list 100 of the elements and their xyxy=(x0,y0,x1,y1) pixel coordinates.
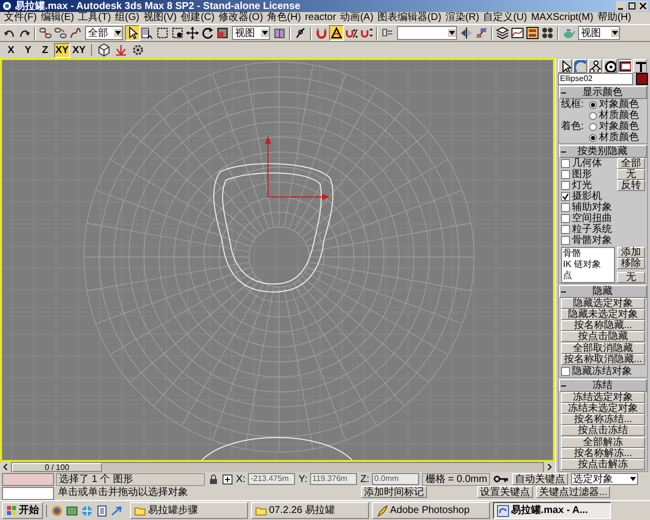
axis-constraint-button[interactable]: Z xyxy=(37,42,53,58)
panel-button[interactable]: 移除 xyxy=(617,258,645,269)
move-arrows-button[interactable] xyxy=(185,25,200,41)
macro-recorder-field[interactable] xyxy=(2,473,54,486)
quick-launch-globe[interactable] xyxy=(51,504,63,516)
taskbar-button[interactable]: Adobe Photoshop xyxy=(372,502,490,519)
dropdown[interactable]: 全部 xyxy=(85,26,123,40)
list-item[interactable]: 点 xyxy=(563,270,614,281)
dropdown[interactable]: 视图 xyxy=(578,26,620,40)
menu-item[interactable]: 视图(V) xyxy=(141,12,179,23)
panel-button[interactable]: 全部解冻 xyxy=(561,437,645,448)
panel-button[interactable]: 冻结选定对象 xyxy=(561,392,645,403)
arc-tab[interactable] xyxy=(573,59,587,73)
coordinate-field[interactable]: -213.475m xyxy=(248,473,296,485)
radio-button[interactable] xyxy=(589,122,597,130)
panel-button[interactable]: 按名称解冻... xyxy=(561,448,645,459)
panel-button[interactable]: 按点击解冻 xyxy=(561,459,645,470)
panel-button[interactable]: 隐藏选定对象 xyxy=(561,298,645,309)
checkbox[interactable] xyxy=(561,159,570,168)
radio-button[interactable] xyxy=(589,100,597,108)
panel-button[interactable]: 按名称隐藏... xyxy=(561,320,645,331)
menu-item[interactable]: 修改器(O) xyxy=(216,12,266,23)
axis-arrows-button[interactable] xyxy=(113,42,129,58)
panel-button[interactable]: 无 xyxy=(617,272,645,283)
panel-button[interactable]: 全部取消隐藏 xyxy=(561,343,645,354)
checkbox[interactable] xyxy=(561,203,570,212)
list-item[interactable]: IK 链对象 xyxy=(563,259,614,270)
checkbox[interactable] xyxy=(561,181,570,190)
list-box[interactable]: 骨骼 IK 链对象 点 xyxy=(561,247,615,283)
menu-item[interactable]: 图表编辑器(D) xyxy=(375,12,444,23)
panel-button[interactable]: 反转 xyxy=(617,180,645,191)
radio-button[interactable] xyxy=(589,112,597,120)
coordinate-field[interactable]: 0.0mm xyxy=(372,473,420,485)
start-button[interactable]: 开始 xyxy=(2,502,43,519)
panel-button[interactable]: 按点击隐藏 xyxy=(561,331,645,342)
schematic-button[interactable] xyxy=(525,25,540,41)
mirror-button[interactable] xyxy=(459,25,474,41)
coordinate-field[interactable]: 119.376m xyxy=(310,473,358,485)
axis-constraint-button[interactable]: XY xyxy=(54,42,70,58)
circle-tab[interactable] xyxy=(603,59,617,73)
menu-item[interactable]: 动画(A) xyxy=(338,12,376,23)
panel-button[interactable]: 冻结未选定对象 xyxy=(561,403,645,414)
panel-button[interactable]: 全部 xyxy=(617,158,645,169)
dashed-rectangle-button[interactable] xyxy=(155,25,170,41)
cursor-tab[interactable] xyxy=(558,59,572,73)
monitor-tab[interactable] xyxy=(618,59,632,73)
checkbox[interactable] xyxy=(561,367,570,376)
checkbox[interactable] xyxy=(561,214,570,223)
quick-launch-document[interactable] xyxy=(96,504,108,516)
rollout-header[interactable]: 按类别隐藏 xyxy=(559,145,647,158)
checkbox[interactable] xyxy=(561,225,570,234)
axis-constraint-button[interactable]: XY xyxy=(71,42,87,58)
time-slider[interactable]: 0 / 100 xyxy=(11,462,544,472)
quick-launch-window[interactable] xyxy=(66,504,78,516)
angle-magnet-button[interactable] xyxy=(329,25,344,41)
taskbar-button[interactable]: 易拉罐步骤 xyxy=(130,502,248,519)
dropdown[interactable]: 视图 xyxy=(232,26,270,40)
rollout-header[interactable]: 冻结 xyxy=(559,379,647,392)
radio-button[interactable] xyxy=(589,134,597,142)
listener-field[interactable] xyxy=(2,487,54,500)
checkbox[interactable] xyxy=(561,192,570,201)
list-cursor-button[interactable] xyxy=(140,25,155,41)
panel-button[interactable]: 按名称取消隐藏... xyxy=(561,354,645,365)
rollout-header[interactable]: 隐藏 xyxy=(559,285,647,298)
link-button[interactable] xyxy=(38,25,53,41)
menu-item[interactable]: 工具(T) xyxy=(76,12,113,23)
object-color-swatch[interactable] xyxy=(636,73,648,85)
key-mode-dropdown[interactable]: 选定对象 xyxy=(571,473,638,485)
menu-item[interactable]: reactor xyxy=(302,12,338,23)
menu-item[interactable]: 组(G) xyxy=(112,12,142,23)
add-time-tag-button[interactable]: 添加时间标记 xyxy=(361,486,427,498)
axis-constraint-button[interactable]: Y xyxy=(20,42,36,58)
menu-item[interactable]: 编辑(E) xyxy=(38,12,76,23)
cube-button[interactable] xyxy=(96,42,112,58)
layers-button[interactable] xyxy=(495,25,510,41)
spheres-button[interactable] xyxy=(540,25,555,41)
rotate-button[interactable] xyxy=(200,25,215,41)
checkbox[interactable] xyxy=(561,170,570,179)
hierarchy-tab[interactable] xyxy=(588,59,602,73)
axis-constraint-button[interactable]: X xyxy=(3,42,19,58)
panel-button[interactable]: 无 xyxy=(617,169,645,180)
key-filters-button[interactable]: 关键点过滤器... xyxy=(536,486,610,498)
list-item[interactable]: 骨骼 xyxy=(563,248,614,259)
cursor-button[interactable] xyxy=(125,25,140,41)
panel-button[interactable]: 添加 xyxy=(617,247,645,258)
menu-item[interactable]: 创建(C) xyxy=(178,12,217,23)
taskbar-button[interactable]: 07.2.26 易拉罐 xyxy=(251,502,369,519)
panel-button[interactable]: 按点击冻结 xyxy=(561,425,645,436)
dropdown[interactable] xyxy=(397,26,457,40)
menu-item[interactable]: MAXScript(M) xyxy=(529,12,596,23)
taskbar-button[interactable]: 易拉罐.max - A... xyxy=(493,502,611,519)
auto-key-button[interactable]: 自动关键点 xyxy=(512,473,568,485)
menu-item[interactable]: 帮助(H) xyxy=(595,12,634,23)
panel-button[interactable]: 按名称冻结... xyxy=(561,414,645,425)
unlink-button[interactable] xyxy=(53,25,68,41)
rollout-header[interactable]: 显示颜色 xyxy=(559,86,647,99)
menu-item[interactable]: 角色(H) xyxy=(265,12,303,23)
set-key-button[interactable]: 设置关键点 xyxy=(477,486,533,498)
checkbox[interactable] xyxy=(561,236,570,245)
scale-square-button[interactable] xyxy=(215,25,230,41)
